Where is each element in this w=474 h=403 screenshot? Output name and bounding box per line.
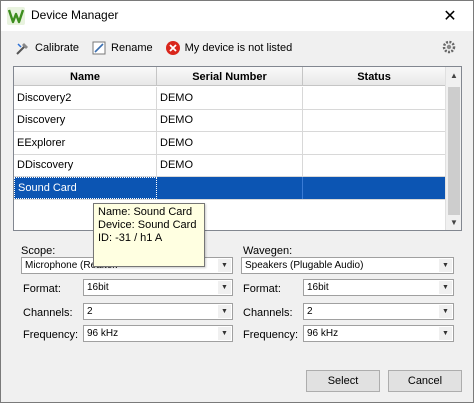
error-circle-icon <box>165 41 180 55</box>
device-name-cell: DDiscovery <box>14 154 157 176</box>
status-cell <box>303 154 446 176</box>
table-scrollbar[interactable]: ▲ ▼ <box>445 67 461 230</box>
table-row[interactable]: Discovery DEMO <box>14 109 446 132</box>
wavegen-channels-label: Channels: <box>243 307 293 319</box>
tooltip-device-line: Device: Sound Card <box>98 219 197 231</box>
chevron-down-icon: ▼ <box>439 259 452 272</box>
waveforms-logo-icon <box>7 7 25 25</box>
status-cell <box>303 177 446 199</box>
chevron-down-icon: ▼ <box>218 327 231 340</box>
table-row[interactable]: Discovery2 DEMO <box>14 87 446 110</box>
wavegen-frequency-value: 96 kHz <box>307 328 339 339</box>
device-manager-window: Device Manager ✕ Calibrate Rename My dev… <box>0 0 474 403</box>
device-name-cell: EExplorer <box>14 132 157 154</box>
device-name-cell: Sound Card <box>14 177 157 199</box>
device-table: Name Serial Number Status Discovery2 DEM… <box>13 66 462 231</box>
scope-frequency-select[interactable]: 96 kHz ▼ <box>83 325 233 342</box>
scope-label: Scope: <box>21 245 56 257</box>
chevron-down-icon: ▼ <box>439 281 452 294</box>
scope-format-select[interactable]: 16bit ▼ <box>83 279 233 296</box>
rename-icon <box>92 41 106 55</box>
table-row[interactable]: DDiscovery DEMO <box>14 154 446 177</box>
wavegen-device-value: Speakers (Plugable Audio) <box>245 260 364 271</box>
calibrate-label: Calibrate <box>35 42 80 54</box>
cancel-button[interactable]: Cancel <box>388 370 462 392</box>
column-header-serial-number[interactable]: Serial Number <box>157 67 303 86</box>
calibrate-icon <box>16 43 28 55</box>
serial-number-cell: DEMO <box>157 154 303 176</box>
rename-label: Rename <box>111 42 153 54</box>
scope-format-value: 16bit <box>87 282 109 293</box>
gear-icon[interactable] <box>441 39 457 55</box>
chevron-down-icon: ▼ <box>439 327 452 340</box>
table-row-selected[interactable]: Sound Card <box>14 177 446 200</box>
device-name-cell: Discovery2 <box>14 87 157 109</box>
scope-channels-select[interactable]: 2 ▼ <box>83 303 233 320</box>
toolbar: Calibrate Rename My device is not listed <box>15 38 292 58</box>
serial-number-cell: DEMO <box>157 132 303 154</box>
column-header-name[interactable]: Name <box>14 67 157 86</box>
title-bar: Device Manager ✕ <box>1 1 473 31</box>
scope-format-label: Format: <box>23 283 61 295</box>
status-cell <box>303 132 446 154</box>
scope-channels-label: Channels: <box>23 307 73 319</box>
rename-button[interactable]: Rename <box>91 40 153 56</box>
device-not-listed-label: My device is not listed <box>184 42 293 54</box>
serial-number-cell: DEMO <box>157 109 303 131</box>
serial-number-cell <box>157 177 303 199</box>
wavegen-format-label: Format: <box>243 283 281 295</box>
scroll-down-arrow-icon[interactable]: ▼ <box>446 214 462 230</box>
wavegen-format-select[interactable]: 16bit ▼ <box>303 279 454 296</box>
wavegen-format-value: 16bit <box>307 282 329 293</box>
device-tooltip: Name: Sound Card Device: Sound Card ID: … <box>93 203 205 267</box>
table-header: Name Serial Number Status <box>14 67 446 86</box>
scope-frequency-label: Frequency: <box>23 329 79 341</box>
tooltip-name-line: Name: Sound Card <box>98 206 193 218</box>
table-row[interactable]: EExplorer DEMO <box>14 132 446 155</box>
chevron-down-icon: ▼ <box>218 259 231 272</box>
table-body: Discovery2 DEMO Discovery DEMO EExplorer… <box>14 87 446 200</box>
scope-frequency-value: 96 kHz <box>87 328 119 339</box>
calibrate-button[interactable]: Calibrate <box>15 40 79 56</box>
close-button[interactable]: ✕ <box>427 1 473 31</box>
wavegen-frequency-label: Frequency: <box>243 329 299 341</box>
chevron-down-icon: ▼ <box>218 281 231 294</box>
chevron-down-icon: ▼ <box>439 305 452 318</box>
serial-number-cell: DEMO <box>157 87 303 109</box>
wavegen-device-select[interactable]: Speakers (Plugable Audio) ▼ <box>241 257 454 274</box>
wavegen-channels-select[interactable]: 2 ▼ <box>303 303 454 320</box>
scrollbar-thumb[interactable] <box>448 87 460 215</box>
window-title: Device Manager <box>31 8 119 22</box>
wavegen-channels-value: 2 <box>307 306 313 317</box>
scroll-up-arrow-icon[interactable]: ▲ <box>446 67 462 83</box>
chevron-down-icon: ▼ <box>218 305 231 318</box>
device-not-listed-button[interactable]: My device is not listed <box>165 40 293 56</box>
select-button[interactable]: Select <box>306 370 380 392</box>
status-cell <box>303 87 446 109</box>
wavegen-label: Wavegen: <box>243 245 293 257</box>
scope-channels-value: 2 <box>87 306 93 317</box>
status-cell <box>303 109 446 131</box>
device-name-cell: Discovery <box>14 109 157 131</box>
column-header-status[interactable]: Status <box>303 67 446 86</box>
wavegen-frequency-select[interactable]: 96 kHz ▼ <box>303 325 454 342</box>
tooltip-id-line: ID: -31 / h1 A <box>98 232 163 244</box>
close-icon: ✕ <box>443 8 457 25</box>
